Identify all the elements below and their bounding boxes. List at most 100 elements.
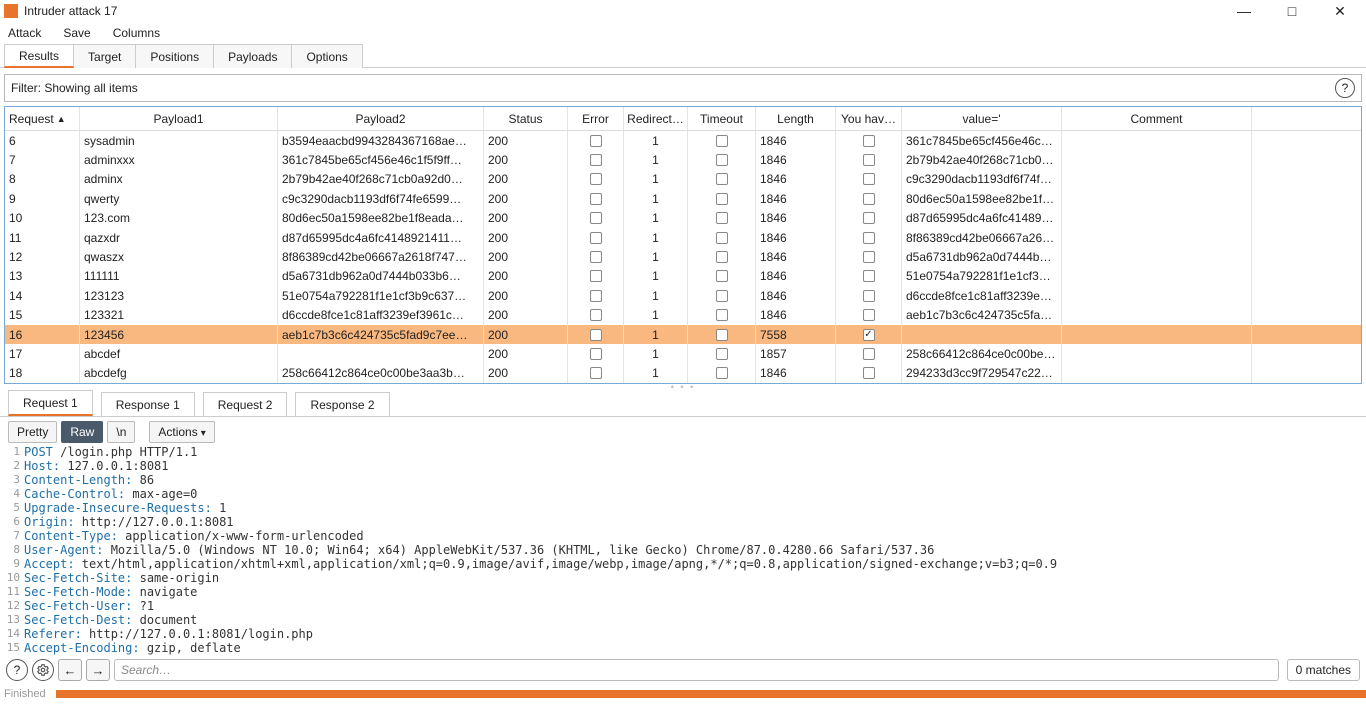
timeout-checkbox[interactable]: [716, 348, 728, 360]
timeout-checkbox[interactable]: [716, 193, 728, 205]
have-checkbox[interactable]: [863, 173, 875, 185]
col-comment[interactable]: Comment: [1062, 107, 1252, 130]
table-header: Request▲ Payload1 Payload2 Status Error …: [5, 107, 1361, 131]
col-value[interactable]: value=': [902, 107, 1062, 130]
tab-positions[interactable]: Positions: [135, 44, 214, 68]
editor-line: 5Upgrade-Insecure-Requests: 1: [6, 501, 1360, 515]
timeout-checkbox[interactable]: [716, 173, 728, 185]
timeout-checkbox[interactable]: [716, 290, 728, 302]
menubar: Attack Save Columns: [0, 22, 1366, 44]
error-checkbox[interactable]: [590, 173, 602, 185]
subtab-request-2[interactable]: Request 2: [203, 392, 288, 416]
col-payload1[interactable]: Payload1: [80, 107, 278, 130]
col-error[interactable]: Error: [568, 107, 624, 130]
newline-button[interactable]: \n: [107, 421, 135, 443]
have-checkbox[interactable]: [863, 193, 875, 205]
have-checkbox[interactable]: [863, 348, 875, 360]
have-checkbox[interactable]: [863, 251, 875, 263]
error-checkbox[interactable]: [590, 193, 602, 205]
timeout-checkbox[interactable]: [716, 154, 728, 166]
table-row[interactable]: 16123456aeb1c7b3c6c424735c5fad9c7ee…2001…: [5, 325, 1361, 344]
timeout-checkbox[interactable]: [716, 135, 728, 147]
table-row[interactable]: 12qwaszx8f86389cd42be06667a2618f747…2001…: [5, 247, 1361, 266]
table-row[interactable]: 8adminx2b79b42ae40f268c71cb0a92d0…200118…: [5, 170, 1361, 189]
error-checkbox[interactable]: [590, 270, 602, 282]
pretty-button[interactable]: Pretty: [8, 421, 57, 443]
table-row[interactable]: 7adminxxx361c7845be65cf456e46c1f5f9ff…20…: [5, 150, 1361, 169]
tab-results[interactable]: Results: [4, 44, 74, 68]
tab-options[interactable]: Options: [291, 44, 362, 68]
timeout-checkbox[interactable]: [716, 232, 728, 244]
col-payload2[interactable]: Payload2: [278, 107, 484, 130]
table-row[interactable]: 13111111d5a6731db962a0d7444b033b6…200118…: [5, 267, 1361, 286]
subtab-response-2[interactable]: Response 2: [295, 392, 389, 416]
table-row[interactable]: 6sysadminb3594eaacbd9943284367168ae…2001…: [5, 131, 1361, 150]
raw-button[interactable]: Raw: [61, 421, 103, 443]
prev-button[interactable]: ←: [58, 659, 82, 681]
timeout-checkbox[interactable]: [716, 251, 728, 263]
error-checkbox[interactable]: [590, 348, 602, 360]
timeout-checkbox[interactable]: [716, 270, 728, 282]
gear-icon[interactable]: [32, 659, 54, 681]
editor-line: 3Content-Length: 86: [6, 473, 1360, 487]
col-request[interactable]: Request▲: [5, 107, 80, 130]
error-checkbox[interactable]: [590, 154, 602, 166]
close-button[interactable]: ✕: [1326, 3, 1354, 20]
timeout-checkbox[interactable]: [716, 367, 728, 379]
col-redirect[interactable]: Redirect…: [624, 107, 688, 130]
tab-target[interactable]: Target: [73, 44, 136, 68]
error-checkbox[interactable]: [590, 232, 602, 244]
error-checkbox[interactable]: [590, 309, 602, 321]
table-row[interactable]: 10123.com80d6ec50a1598ee82be1f8eada…2001…: [5, 209, 1361, 228]
have-checkbox[interactable]: [863, 232, 875, 244]
actions-dropdown[interactable]: Actions▾: [149, 421, 214, 443]
have-checkbox[interactable]: [863, 329, 875, 341]
subtab-request-1[interactable]: Request 1: [8, 390, 93, 416]
col-timeout[interactable]: Timeout: [688, 107, 756, 130]
menu-save[interactable]: Save: [63, 26, 90, 40]
timeout-checkbox[interactable]: [716, 329, 728, 341]
table-row[interactable]: 11qazxdrd87d65995dc4a6fc4148921411…20011…: [5, 228, 1361, 247]
have-checkbox[interactable]: [863, 154, 875, 166]
table-row[interactable]: 15123321d6ccde8fce1c81aff3239ef3961c…200…: [5, 306, 1361, 325]
timeout-checkbox[interactable]: [716, 212, 728, 224]
error-checkbox[interactable]: [590, 251, 602, 263]
error-checkbox[interactable]: [590, 135, 602, 147]
have-checkbox[interactable]: [863, 270, 875, 282]
filter-bar[interactable]: Filter: Showing all items ?: [4, 74, 1362, 102]
have-checkbox[interactable]: [863, 309, 875, 321]
help-icon[interactable]: ?: [6, 659, 28, 681]
app-icon: [4, 4, 18, 18]
col-status[interactable]: Status: [484, 107, 568, 130]
menu-attack[interactable]: Attack: [8, 26, 41, 40]
have-checkbox[interactable]: [863, 135, 875, 147]
editor-line: 4Cache-Control: max-age=0: [6, 487, 1360, 501]
subtab-response-1[interactable]: Response 1: [101, 392, 195, 416]
editor-line: 11Sec-Fetch-Mode: navigate: [6, 585, 1360, 599]
titlebar: Intruder attack 17 — □ ✕: [0, 0, 1366, 22]
error-checkbox[interactable]: [590, 290, 602, 302]
error-checkbox[interactable]: [590, 367, 602, 379]
have-checkbox[interactable]: [863, 290, 875, 302]
search-input[interactable]: Search…: [114, 659, 1279, 681]
have-checkbox[interactable]: [863, 212, 875, 224]
maximize-button[interactable]: □: [1278, 3, 1306, 20]
table-row[interactable]: 1412312351e0754a792281f1e1cf3b9c637…2001…: [5, 286, 1361, 305]
menu-columns[interactable]: Columns: [113, 26, 160, 40]
next-button[interactable]: →: [86, 659, 110, 681]
detail-tabs: Request 1 Response 1 Request 2 Response 2: [0, 389, 1366, 417]
have-checkbox[interactable]: [863, 367, 875, 379]
col-length[interactable]: Length: [756, 107, 836, 130]
error-checkbox[interactable]: [590, 329, 602, 341]
help-icon[interactable]: ?: [1335, 78, 1355, 98]
col-haveneg[interactable]: You hav…: [836, 107, 902, 130]
error-checkbox[interactable]: [590, 212, 602, 224]
tab-payloads[interactable]: Payloads: [213, 44, 292, 68]
editor-line: 14Referer: http://127.0.0.1:8081/login.p…: [6, 627, 1360, 641]
table-row[interactable]: 18abcdefg258c66412c864ce0c00be3aa3b…2001…: [5, 364, 1361, 383]
minimize-button[interactable]: —: [1230, 3, 1258, 20]
timeout-checkbox[interactable]: [716, 309, 728, 321]
request-editor[interactable]: 1POST /login.php HTTP/1.12Host: 127.0.0.…: [0, 445, 1366, 655]
table-row[interactable]: 17abcdef20011857258c66412c864ce0c00be…: [5, 344, 1361, 363]
table-row[interactable]: 9qwertyc9c3290dacb1193df6f74fe6599…20011…: [5, 189, 1361, 208]
